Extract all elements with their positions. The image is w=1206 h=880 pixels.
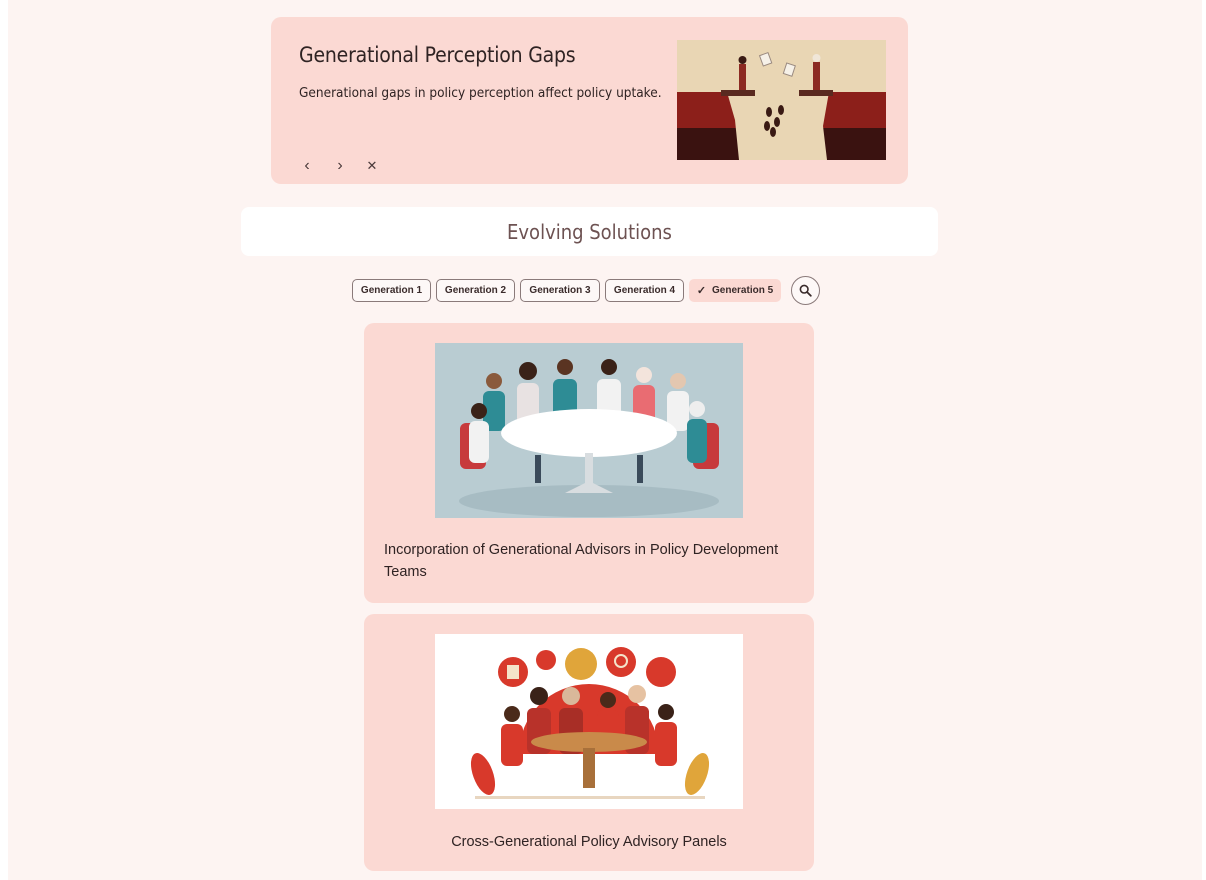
chip-generation-1[interactable]: Generation 1 <box>352 279 431 302</box>
chip-generation-3[interactable]: Generation 3 <box>520 279 600 302</box>
solution-card[interactable]: Cross-Generational Policy Advisory Panel… <box>364 614 814 871</box>
chevron-right-icon: › <box>337 157 343 174</box>
chip-label: Generation 3 <box>529 285 591 296</box>
section-heading: Evolving Solutions <box>507 219 672 244</box>
search-button[interactable] <box>791 276 820 305</box>
close-icon: ✕ <box>366 158 378 173</box>
chip-label: Generation 4 <box>613 285 676 296</box>
chip-label: Generation 2 <box>444 285 507 296</box>
chip-generation-2[interactable]: Generation 2 <box>436 279 515 302</box>
search-icon <box>799 284 812 297</box>
next-button[interactable]: › <box>328 155 352 177</box>
section-heading-bar: Evolving Solutions <box>241 207 938 256</box>
page: Generational Perception Gaps Generationa… <box>8 0 1202 880</box>
chip-generation-5[interactable]: ✓ Generation 5 <box>689 279 781 302</box>
chip-label: Generation 1 <box>360 285 423 296</box>
chevron-left-icon: ‹ <box>304 157 310 174</box>
previous-button[interactable]: ‹ <box>295 155 319 177</box>
info-banner: Generational Perception Gaps Generationa… <box>271 17 908 184</box>
advisory-panel-illustration <box>435 634 743 809</box>
chip-generation-4[interactable]: Generation 4 <box>605 279 684 302</box>
banner-title: Generational Perception Gaps <box>299 43 576 67</box>
card-title: Incorporation of Generational Advisors i… <box>384 542 779 580</box>
round-table-meeting-illustration <box>435 343 743 518</box>
close-button[interactable]: ✕ <box>360 155 384 177</box>
card-title: Cross-Generational Policy Advisory Panel… <box>451 834 727 850</box>
banner-subtitle: Generational gaps in policy perception a… <box>299 85 662 101</box>
solution-card[interactable]: Incorporation of Generational Advisors i… <box>364 323 814 603</box>
check-icon: ✓ <box>696 285 707 297</box>
chip-label: Generation 5 <box>712 285 774 296</box>
cliff-gap-illustration <box>677 40 886 160</box>
